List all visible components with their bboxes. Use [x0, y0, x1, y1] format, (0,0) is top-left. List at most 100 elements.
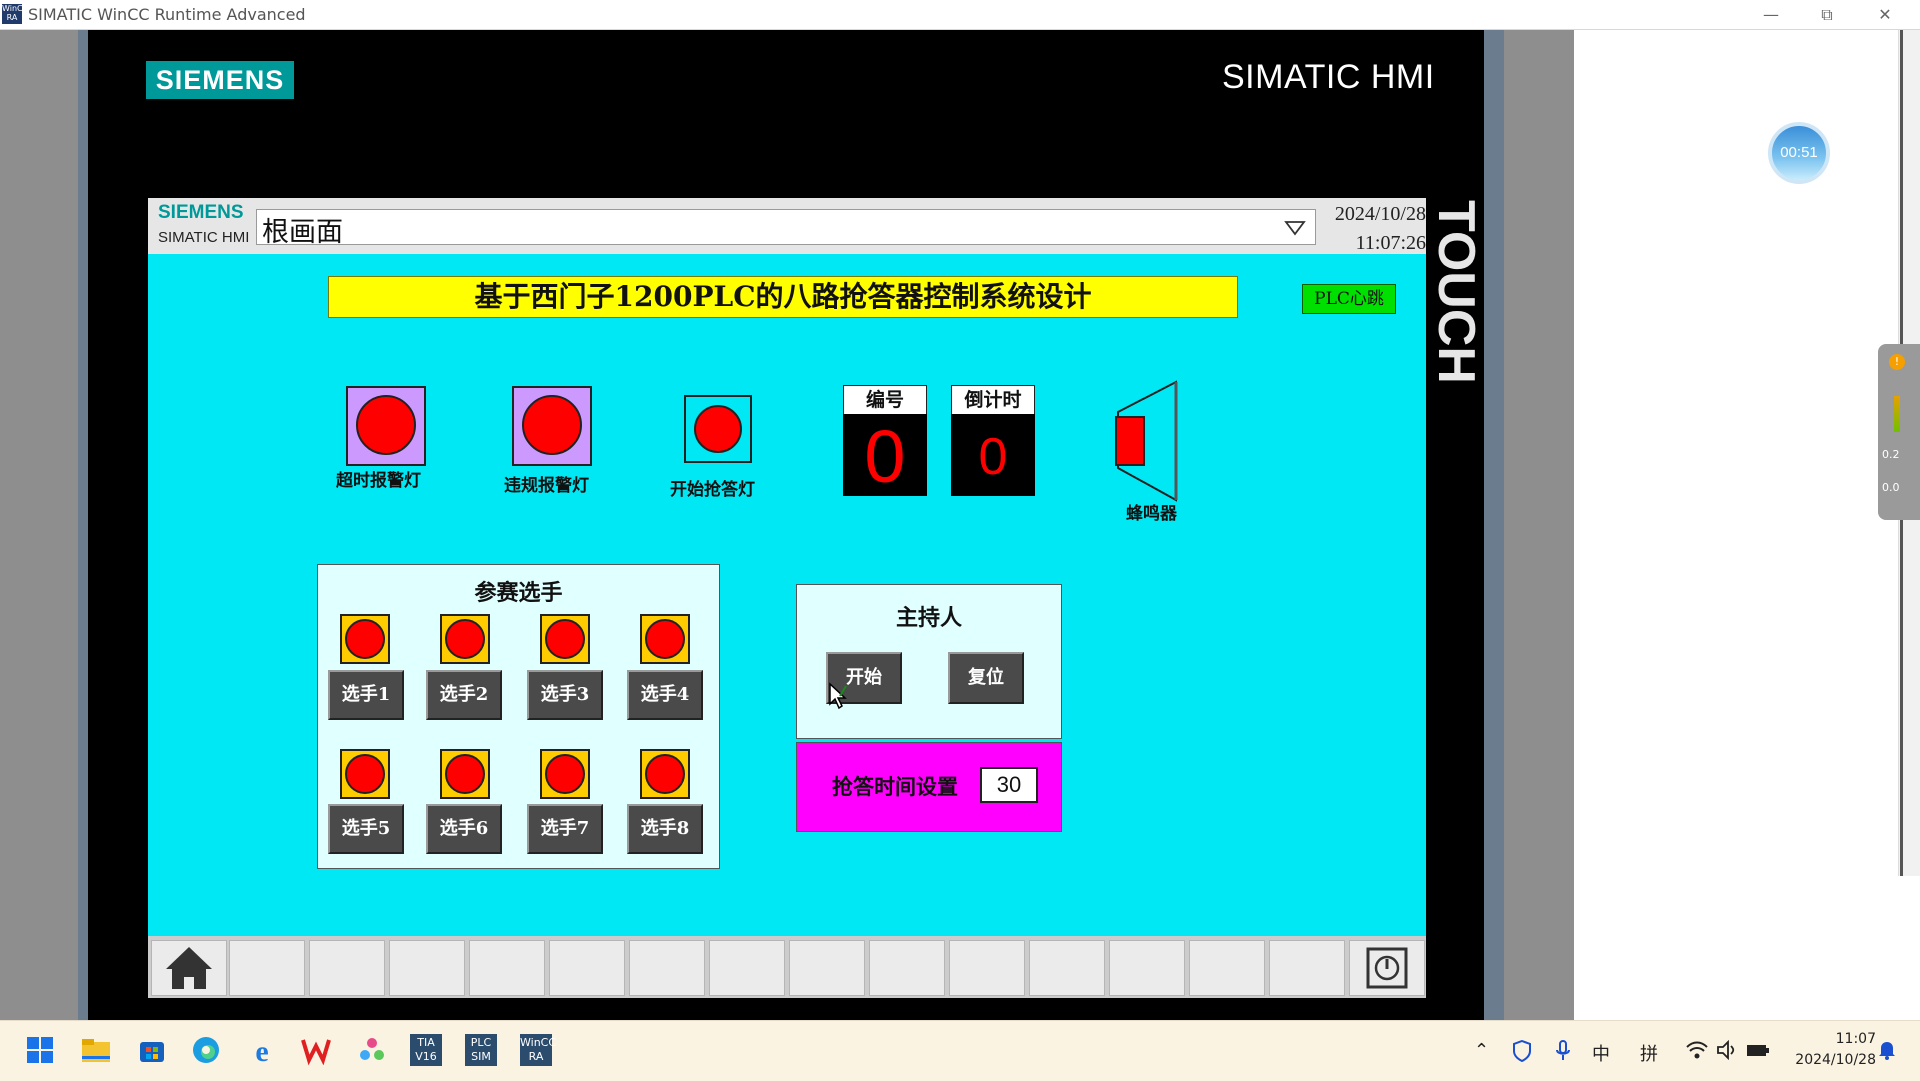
player4-button[interactable]: 选手4: [627, 670, 703, 720]
screen-selector[interactable]: [256, 209, 1316, 245]
countdown-display-label: 倒计时: [951, 385, 1035, 415]
player7-lamp: [545, 754, 585, 794]
network-upload-speed: 0.2: [1882, 448, 1900, 461]
wifi-icon[interactable]: [1686, 1040, 1708, 1065]
function-key-f6[interactable]: [629, 940, 705, 996]
host-panel-title: 主持人: [895, 605, 962, 631]
player4-lamp: [645, 619, 685, 659]
windows-start-icon[interactable]: [24, 1034, 56, 1066]
function-key-f12[interactable]: [1109, 940, 1185, 996]
function-key-f14[interactable]: [1269, 940, 1345, 996]
player7-button[interactable]: 选手7: [527, 804, 603, 854]
screen-selector-value: 根画面: [262, 217, 343, 248]
microphone-icon[interactable]: [1555, 1040, 1571, 1067]
window-title: SIMATIC WinCC Runtime Advanced: [28, 5, 306, 24]
player8-button[interactable]: 选手8: [627, 804, 703, 854]
answer-time-label: 抢答时间设置: [832, 774, 958, 799]
ie-icon[interactable]: e: [246, 1034, 278, 1068]
player2-button[interactable]: 选手2: [426, 670, 502, 720]
header-brand: SIEMENS: [158, 202, 244, 223]
security-shield-icon[interactable]: [1512, 1039, 1532, 1067]
touch-label: TOUCH: [1427, 200, 1485, 384]
frame-left-inner: [78, 30, 88, 1020]
taskbar-clock-date[interactable]: 2024/10/28: [1776, 1052, 1876, 1068]
volume-icon[interactable]: [1716, 1039, 1738, 1065]
tia-portal-icon[interactable]: TIA V16: [410, 1034, 442, 1066]
frame-left-edge: [0, 30, 88, 1020]
network-app-icon[interactable]: [356, 1034, 388, 1066]
wincc-ra-icon[interactable]: WinCC RA: [520, 1034, 556, 1066]
function-key-f7[interactable]: [709, 940, 785, 996]
start-answer-lamp: [694, 405, 742, 453]
function-key-f8[interactable]: [789, 940, 865, 996]
player3-button[interactable]: 选手3: [527, 670, 603, 720]
input-mode-indicator[interactable]: 中: [1592, 1040, 1610, 1066]
function-key-f13[interactable]: [1189, 940, 1265, 996]
close-button[interactable]: ✕: [1862, 0, 1908, 29]
minimize-button[interactable]: —: [1748, 0, 1794, 29]
player8-lamp: [645, 754, 685, 794]
player3-lamp: [545, 619, 585, 659]
speed-bar-icon: [1894, 396, 1900, 432]
player5-lamp: [345, 754, 385, 794]
function-key-f11[interactable]: [1029, 940, 1105, 996]
function-key-f5[interactable]: [549, 940, 625, 996]
function-key-f2[interactable]: [309, 940, 385, 996]
header-date: 2024/10/28: [1334, 203, 1426, 225]
violation-alarm-label: 违规报警灯: [504, 476, 589, 496]
close-icon: ✕: [1878, 5, 1892, 24]
simatic-hmi-label: SIMATIC HMI: [1222, 58, 1435, 96]
svg-text:e: e: [255, 1035, 268, 1066]
function-key-f4[interactable]: [469, 940, 545, 996]
number-display-label: 编号: [843, 385, 927, 415]
player5-button[interactable]: 选手5: [328, 804, 404, 854]
taskbar: [0, 1020, 1920, 1081]
page-title: 基于西门子1200PLC的八路抢答器控制系统设计: [328, 276, 1238, 318]
taskbar-clock-time[interactable]: 11:07: [1796, 1031, 1876, 1047]
plcsim-icon[interactable]: PLC SIM: [465, 1034, 497, 1066]
siemens-logo: SIEMENS: [146, 61, 294, 99]
store-icon[interactable]: [136, 1034, 168, 1066]
ime-indicator[interactable]: 拼: [1640, 1040, 1658, 1066]
notification-badge-icon: !: [1889, 354, 1905, 370]
function-key-f3[interactable]: [389, 940, 465, 996]
chevron-up-icon[interactable]: ⌃: [1474, 1040, 1489, 1061]
function-key-f10[interactable]: [949, 940, 1025, 996]
timeout-alarm-lamp: [356, 395, 416, 455]
start-answer-label: 开始抢答灯: [670, 480, 755, 500]
mouse-cursor-icon: [829, 682, 847, 710]
network-download-speed: 0.0: [1882, 481, 1900, 494]
battery-icon[interactable]: [1746, 1040, 1770, 1065]
chevron-down-icon[interactable]: [1284, 220, 1306, 236]
function-key-f9[interactable]: [869, 940, 945, 996]
player2-lamp: [445, 619, 485, 659]
answer-time-input[interactable]: 30: [980, 767, 1038, 803]
buzzer-label: 蜂鸣器: [1126, 504, 1177, 524]
plc-heartbeat-indicator: PLC心跳: [1302, 284, 1396, 314]
restore-icon: ⧉: [1821, 5, 1833, 24]
players-panel-title: 参赛选手: [474, 580, 563, 606]
power-key[interactable]: [1349, 940, 1425, 996]
wps-icon[interactable]: [300, 1034, 332, 1066]
player1-button[interactable]: 选手1: [328, 670, 404, 720]
header-product: SIMATIC HMI: [158, 229, 250, 246]
header-time: 11:07:26: [1355, 232, 1426, 254]
frame-right-inner: [1484, 30, 1504, 1020]
floating-timer[interactable]: 00:51: [1768, 122, 1830, 184]
function-key-f1[interactable]: [229, 940, 305, 996]
power-icon: [1366, 947, 1408, 989]
reset-button[interactable]: 复位: [948, 652, 1024, 704]
notification-bell-icon[interactable]: [1878, 1040, 1896, 1065]
countdown-display-value: 0: [951, 414, 1035, 496]
edge-icon[interactable]: [190, 1034, 222, 1066]
buzzer-icon: [1115, 380, 1178, 502]
player1-lamp: [345, 619, 385, 659]
home-key[interactable]: [151, 940, 227, 996]
player6-lamp: [445, 754, 485, 794]
timeout-alarm-label: 超时报警灯: [336, 471, 421, 491]
number-display-value: 0: [843, 414, 927, 498]
file-explorer-icon[interactable]: [80, 1034, 112, 1066]
player6-button[interactable]: 选手6: [426, 804, 502, 854]
wincc-app-icon: WinCC RA: [2, 4, 29, 24]
restore-button[interactable]: ⧉: [1804, 0, 1850, 29]
